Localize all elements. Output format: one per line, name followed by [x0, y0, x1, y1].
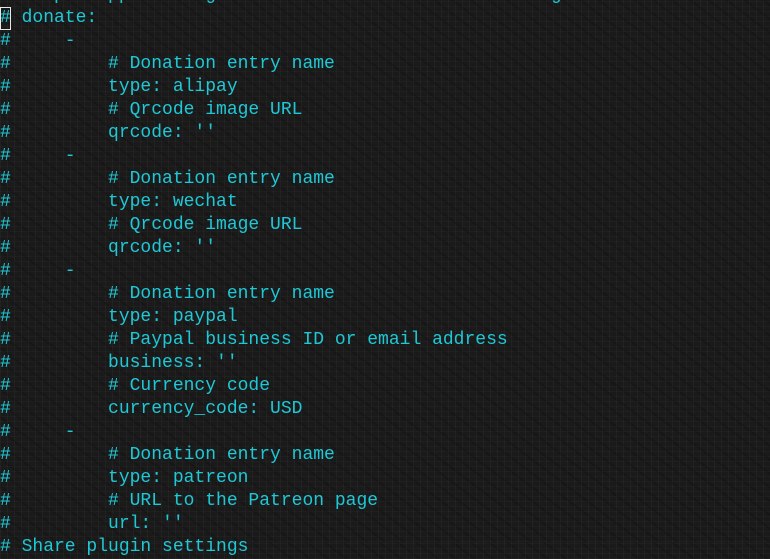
editor-line: # donate: [0, 7, 724, 30]
editor-line: # # Donation entry name [0, 283, 724, 306]
line-text: donate: [10, 8, 98, 28]
editor-line: # - [0, 260, 724, 283]
comment-marker: # [0, 353, 11, 373]
line-text: - [10, 422, 76, 442]
editor-line: # - [0, 421, 724, 444]
comment-marker: # [0, 307, 11, 327]
line-text: business: '' [10, 353, 238, 373]
line-text: - [10, 261, 76, 281]
line-text: type: alipay [10, 77, 238, 97]
line-text: url: '' [10, 514, 184, 534]
comment-marker: # [0, 514, 11, 534]
editor-line: # # Qrcode image URL [0, 99, 724, 122]
comment-marker: # [0, 77, 11, 97]
line-text: # Paypal business ID or email address [10, 330, 508, 350]
editor-line: # # URL to the Patreon page [0, 490, 724, 513]
comment-marker: # [0, 238, 11, 258]
line-text: # Qrcode image URL [10, 100, 303, 120]
editor-line: # # Qrcode image URL [0, 214, 724, 237]
editor-line: # Share plugin settings [0, 536, 724, 559]
line-text: - [10, 31, 76, 51]
comment-marker: # [0, 100, 11, 120]
line-text: # Donation entry name [10, 445, 335, 465]
line-text: # URL to the Patreon page [10, 491, 379, 511]
editor-line: # business: '' [0, 352, 724, 375]
editor-line: # # Paypal business ID or email address [0, 329, 724, 352]
line-text: type: wechat [10, 192, 238, 212]
line-text: qrcode: '' [10, 123, 217, 143]
comment-marker: # [0, 169, 11, 189]
line-text: type: patreon [10, 468, 249, 488]
comment-marker: # [0, 422, 11, 442]
line-text: # Donation entry name [10, 54, 335, 74]
editor-line: # qrcode: '' [0, 122, 724, 145]
terminal-editor[interactable]: # https://ppoffice.github.io/hexo-theme-… [0, 0, 724, 559]
editor-line: # type: paypal [0, 306, 724, 329]
comment-marker: # [0, 491, 11, 511]
comment-marker: # [0, 54, 11, 74]
editor-line: # - [0, 30, 724, 53]
line-text: - [10, 146, 76, 166]
line-text: type: paypal [10, 307, 238, 327]
line-text: qrcode: '' [10, 238, 217, 258]
comment-marker: # [0, 537, 11, 557]
line-text: # Donation entry name [10, 169, 335, 189]
comment-marker: # [0, 146, 11, 166]
editor-line: # qrcode: '' [0, 237, 724, 260]
editor-line: # type: wechat [0, 191, 724, 214]
editor-line: # https://ppoffice.github.io/hexo-theme-… [0, 0, 724, 7]
editor-line: # - [0, 145, 724, 168]
line-text: # Qrcode image URL [10, 215, 303, 235]
line-text: # Currency code [10, 376, 271, 396]
editor-line: # url: '' [0, 513, 724, 536]
comment-marker: # [0, 0, 11, 7]
comment-marker: # [0, 123, 11, 143]
comment-marker: # [0, 445, 11, 465]
line-text: # Donation entry name [10, 284, 335, 304]
cursor: # [0, 7, 11, 30]
editor-line: # type: alipay [0, 76, 724, 99]
editor-line: # # Donation entry name [0, 168, 724, 191]
comment-marker: # [0, 284, 11, 304]
comment-marker: # [0, 330, 11, 350]
comment-marker: # [0, 468, 11, 488]
line-text: currency_code: USD [10, 399, 303, 419]
line-text: Share plugin settings [10, 537, 249, 557]
comment-marker: # [0, 31, 11, 51]
comment-marker: # [0, 376, 11, 396]
editor-line: # # Currency code [0, 375, 724, 398]
comment-marker: # [0, 192, 11, 212]
comment-marker: # [0, 399, 11, 419]
editor-line: # # Donation entry name [0, 444, 724, 467]
editor-line: # currency_code: USD [0, 398, 724, 421]
comment-marker: # [0, 215, 11, 235]
comment-marker: # [0, 261, 11, 281]
line-text: https://ppoffice.github.io/hexo-theme-ic… [11, 0, 724, 5]
editor-line: # # Donation entry name [0, 53, 724, 76]
editor-line: # type: patreon [0, 467, 724, 490]
